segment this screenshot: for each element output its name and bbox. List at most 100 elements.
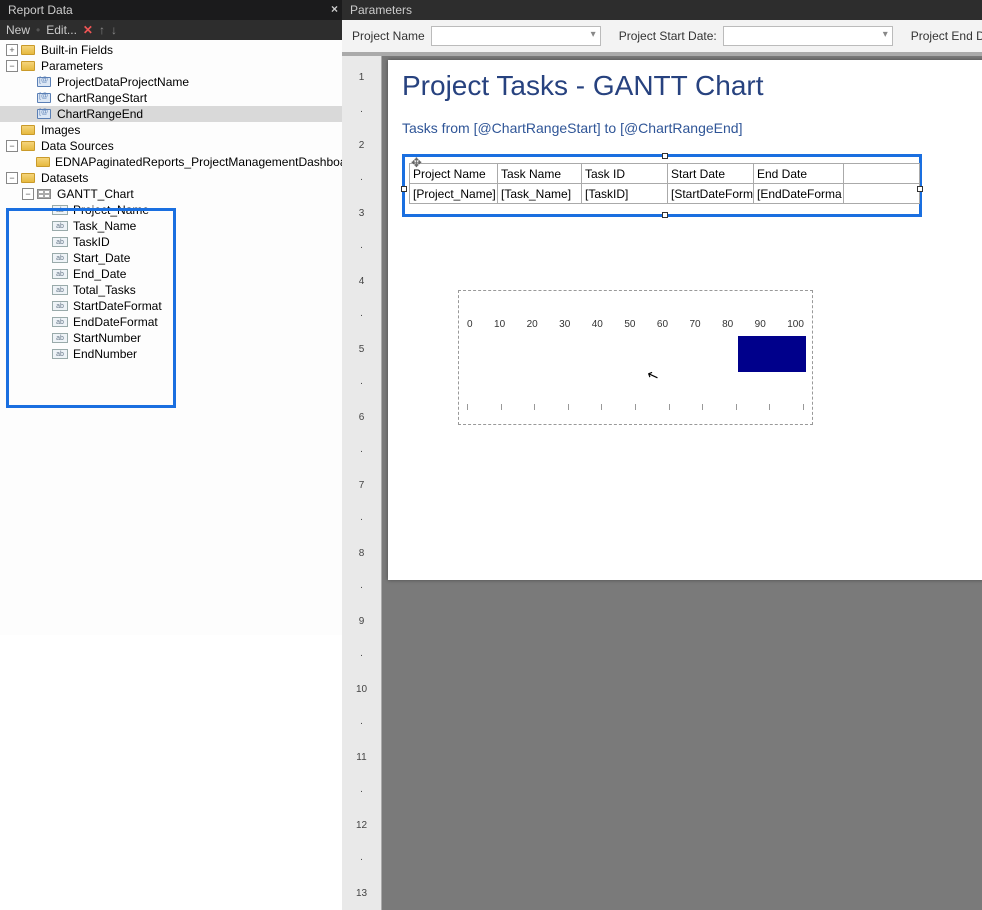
design-canvas[interactable]: Project Tasks - GANTT Chart Tasks from [… xyxy=(382,56,982,910)
param-dropdown[interactable] xyxy=(431,26,601,46)
tree-node-field[interactable]: abEndNumber xyxy=(0,346,342,362)
tablix-header[interactable]: End Date xyxy=(754,164,844,184)
tablix-selected[interactable]: ✥ Project Name Task Name Task ID Start D… xyxy=(402,154,922,217)
tree-node-datasources[interactable]: − Data Sources xyxy=(0,138,342,154)
tree-label: EndNumber xyxy=(71,347,137,361)
chart-bar xyxy=(738,336,806,372)
tree-label: Built-in Fields xyxy=(39,43,113,57)
parameter-icon xyxy=(37,77,51,87)
param-start-date: Project Start Date: xyxy=(619,26,893,46)
tablix-header[interactable]: Task Name xyxy=(498,164,582,184)
tree-node-datasets[interactable]: − Datasets xyxy=(0,170,342,186)
tree-node-field[interactable]: abStartNumber xyxy=(0,330,342,346)
tree-label: Datasets xyxy=(39,171,88,185)
up-arrow-icon[interactable]: ↑ xyxy=(99,23,105,37)
chart-plot-area xyxy=(465,336,806,382)
tablix-header[interactable]: Project Name xyxy=(410,164,498,184)
report-data-title: Report Data xyxy=(8,3,73,17)
resize-handle[interactable] xyxy=(401,186,407,192)
edit-button[interactable]: Edit... xyxy=(46,23,77,37)
close-icon[interactable]: × xyxy=(331,2,338,16)
field-icon: ab xyxy=(52,349,68,359)
collapse-icon[interactable]: − xyxy=(22,188,34,200)
design-panel: Parameters Project Name Project Start Da… xyxy=(342,0,982,635)
tree-label: Total_Tasks xyxy=(71,283,136,297)
tree-node-images[interactable]: Images xyxy=(0,122,342,138)
tree-label: Start_Date xyxy=(71,251,130,265)
tree-node-field[interactable]: abProject_Name xyxy=(0,202,342,218)
tree-label: End_Date xyxy=(71,267,126,281)
parameters-strip: Project Name Project Start Date: Project… xyxy=(342,20,982,53)
vertical-ruler: 1· 2· 3· 4· 5· 6· 7· 8· 9· 10· 11· 12· 1… xyxy=(342,56,382,910)
tablix-table[interactable]: Project Name Task Name Task ID Start Dat… xyxy=(409,163,920,204)
down-arrow-icon[interactable]: ↓ xyxy=(111,23,117,37)
report-data-tree[interactable]: + Built-in Fields − Parameters ProjectDa… xyxy=(0,40,342,635)
tree-label: ChartRangeStart xyxy=(55,91,147,105)
gantt-chart[interactable]: 0 10 20 30 40 50 60 70 80 90 100 xyxy=(458,290,813,425)
report-subtitle[interactable]: Tasks from [@ChartRangeStart] to [@Chart… xyxy=(402,120,982,136)
tree-node-param-selected[interactable]: ChartRangeEnd xyxy=(0,106,342,122)
delete-icon[interactable]: ✕ xyxy=(83,23,93,37)
tree-label: Images xyxy=(39,123,80,137)
tree-node-field[interactable]: abTask_Name xyxy=(0,218,342,234)
tablix-cell[interactable]: [Project_Name] xyxy=(410,184,498,204)
field-icon: ab xyxy=(52,221,68,231)
folder-icon xyxy=(21,141,35,151)
report-title[interactable]: Project Tasks - GANTT Chart xyxy=(402,70,982,102)
tablix-header[interactable]: Task ID xyxy=(582,164,668,184)
folder-icon xyxy=(21,45,35,55)
folder-icon xyxy=(21,61,35,71)
tree-label: EDNAPaginatedReports_ProjectManagementDa… xyxy=(53,155,342,169)
param-label: Project Name xyxy=(352,29,425,43)
param-project-name: Project Name xyxy=(352,26,601,46)
tablix-cell[interactable]: [StartDateForm xyxy=(668,184,754,204)
tree-label: Task_Name xyxy=(71,219,136,233)
tree-node-field[interactable]: abTaskID xyxy=(0,234,342,250)
field-icon: ab xyxy=(52,317,68,327)
param-dropdown[interactable] xyxy=(723,26,893,46)
tree-label: ChartRangeEnd xyxy=(55,107,143,121)
collapse-icon[interactable]: − xyxy=(6,172,18,184)
new-button[interactable]: New xyxy=(6,23,30,37)
tree-node-datasource[interactable]: EDNAPaginatedReports_ProjectManagementDa… xyxy=(0,154,342,170)
collapse-icon[interactable]: − xyxy=(6,140,18,152)
chart-ticks xyxy=(467,404,804,410)
tree-label: ProjectDataProjectName xyxy=(55,75,189,89)
tree-node-field[interactable]: abTotal_Tasks xyxy=(0,282,342,298)
tree-node-builtin[interactable]: + Built-in Fields xyxy=(0,42,342,58)
tablix-cell[interactable] xyxy=(844,184,920,204)
field-icon: ab xyxy=(52,237,68,247)
parameter-icon xyxy=(37,93,51,103)
tree-node-field[interactable]: abEndDateFormat xyxy=(0,314,342,330)
tree-label: StartNumber xyxy=(71,331,141,345)
parameter-icon xyxy=(37,109,51,119)
field-icon: ab xyxy=(52,333,68,343)
tree-node-param[interactable]: ProjectDataProjectName xyxy=(0,74,342,90)
tree-node-parameters[interactable]: − Parameters xyxy=(0,58,342,74)
field-icon: ab xyxy=(52,269,68,279)
tree-node-field[interactable]: abStartDateFormat xyxy=(0,298,342,314)
tree-node-dataset[interactable]: − GANTT_Chart xyxy=(0,186,342,202)
resize-handle[interactable] xyxy=(917,186,923,192)
tree-node-field[interactable]: abStart_Date xyxy=(0,250,342,266)
tree-label: Data Sources xyxy=(39,139,114,153)
tablix-header[interactable]: Start Date xyxy=(668,164,754,184)
collapse-icon[interactable]: − xyxy=(6,60,18,72)
resize-handle[interactable] xyxy=(662,212,668,218)
tablix-cell[interactable]: [Task_Name] xyxy=(498,184,582,204)
tablix-data-row[interactable]: [Project_Name] [Task_Name] [TaskID] [Sta… xyxy=(410,184,920,204)
tree-node-param[interactable]: ChartRangeStart xyxy=(0,90,342,106)
tablix-cell[interactable]: [TaskID] xyxy=(582,184,668,204)
tablix-cell[interactable]: [EndDateForma xyxy=(754,184,844,204)
expand-icon[interactable]: + xyxy=(6,44,18,56)
report-data-toolbar: New • Edit... ✕ ↑ ↓ xyxy=(0,20,342,40)
resize-handle[interactable] xyxy=(662,153,668,159)
field-icon: ab xyxy=(52,253,68,263)
tablix-header[interactable] xyxy=(844,164,920,184)
tree-node-field[interactable]: abEnd_Date xyxy=(0,266,342,282)
tree-label: Parameters xyxy=(39,59,103,73)
move-handle-icon[interactable]: ✥ xyxy=(411,155,422,171)
tree-label: TaskID xyxy=(71,235,110,249)
tablix-header-row[interactable]: Project Name Task Name Task ID Start Dat… xyxy=(410,164,920,184)
report-page[interactable]: Project Tasks - GANTT Chart Tasks from [… xyxy=(388,60,982,580)
